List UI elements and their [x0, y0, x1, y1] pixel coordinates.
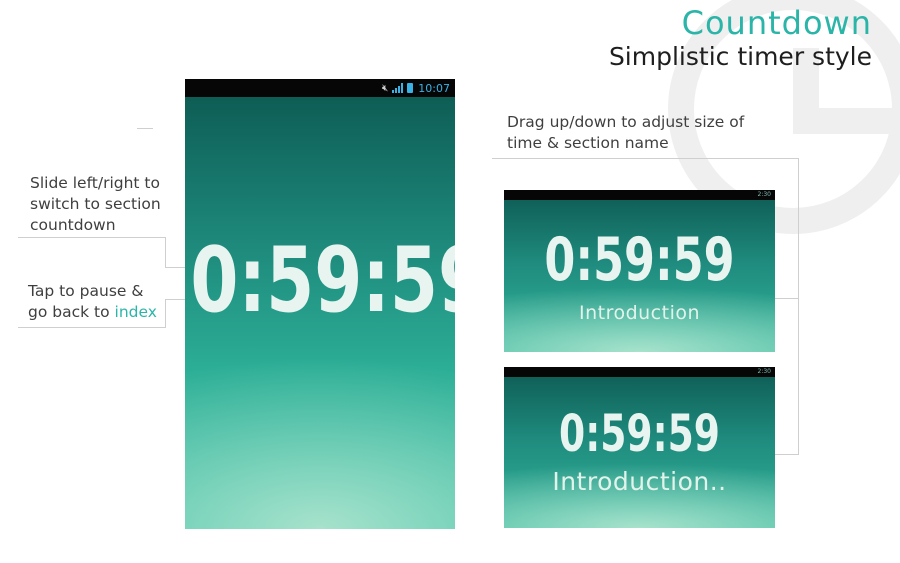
slide-note: Slide left/right to switch to section co… — [30, 174, 161, 234]
hsdpa-signal-icon — [392, 83, 404, 93]
battery-icon — [407, 83, 414, 93]
tap-note: Tap to pause & go back to index — [28, 282, 157, 321]
callout-line — [165, 237, 166, 267]
status-bar: 2:30 — [504, 190, 775, 200]
page-subtitle: Simplistic timer style — [608, 42, 872, 71]
callout-line — [798, 158, 799, 455]
section-name: Introduction.. — [552, 467, 727, 496]
section-name: Introduction — [578, 302, 701, 324]
countdown-timer[interactable]: 0:59:59 — [511, 405, 768, 465]
mute-icon: 🔇︎ — [381, 82, 389, 94]
callout-line — [165, 299, 166, 328]
drag-note: Drag up/down to adjust size of time & se… — [507, 113, 745, 152]
status-bar: 2:30 — [504, 367, 775, 377]
divider — [137, 128, 153, 129]
index-link[interactable]: index — [115, 303, 157, 321]
callout-line — [18, 327, 166, 328]
status-bar: 🔇︎ 10:07 — [185, 79, 455, 97]
countdown-timer[interactable]: 0:59:59 — [511, 226, 768, 295]
status-time: 10:07 — [418, 81, 450, 95]
callout-line — [18, 237, 166, 238]
countdown-timer[interactable]: 0:59:59 — [190, 228, 455, 332]
clock-hand-icon — [793, 108, 900, 134]
preview-large-label[interactable]: 2:30 0:59:59 Introduction.. — [504, 367, 775, 528]
preview-small-label[interactable]: 2:30 0:59:59 Introduction — [504, 190, 775, 352]
phone-screen[interactable]: 🔇︎ 10:07 0:59:59 — [185, 79, 455, 529]
page-title: Countdown — [681, 4, 872, 42]
callout-line — [492, 158, 799, 159]
